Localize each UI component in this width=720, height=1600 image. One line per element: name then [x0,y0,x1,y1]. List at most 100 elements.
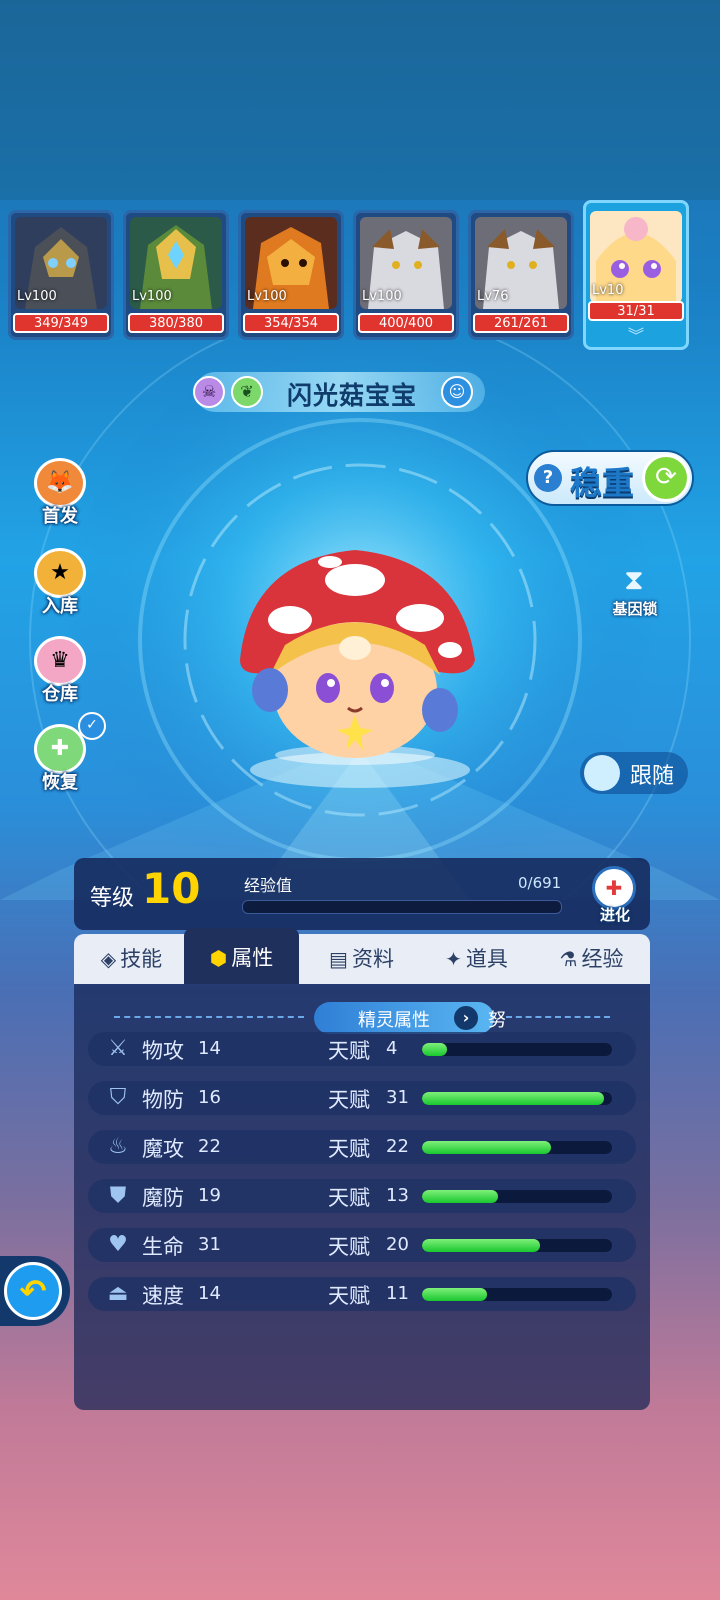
talent-label: 天赋 [328,1235,370,1259]
team-slot-6-selected[interactable]: Lv10 31/31 ︾ [583,200,689,350]
star-store-icon: ★ [34,548,86,598]
attributes-panel: 精灵属性 › 努 ⚔ 物攻 14 天赋 4 ⛉ 物防 16 天赋 31 ♨ 魔攻… [74,984,650,1410]
warehouse-button[interactable]: ♛ 仓库 [28,636,92,710]
store-button[interactable]: ★ 入库 [28,548,92,622]
talent-bar [422,1239,612,1252]
stat-value: 16 [198,1087,221,1108]
talent-label: 天赋 [328,1284,370,1308]
magic-shield-icon: ⛊ [109,1183,127,1208]
exp-progress-bar [242,900,562,914]
team-slot-5[interactable]: Lv76 261/261 [468,210,574,340]
pet-hp: 400/400 [358,313,454,333]
back-button[interactable]: ↶ [0,1256,70,1326]
talent-bar-fill [422,1239,540,1252]
section-header: 精灵属性 › 努 [114,1002,610,1034]
store-label: 入库 [42,596,78,617]
dna-lock-icon: ⧗ [624,563,644,596]
stat-row-magic-attack: ♨ 魔攻 22 天赋 22 [88,1130,636,1164]
pet-hp: 349/349 [13,313,109,333]
exp-label: 经验值 [244,876,293,895]
nature-value: 努 [488,1010,506,1031]
tab-profile[interactable]: ▤ 资料 [304,934,419,984]
sword-icon: ⚔ [108,1036,128,1061]
stat-value: 14 [198,1283,221,1304]
level-panel: 等级 10 经验值 0/691 ✚ 进化 [74,858,650,930]
section-label: 精灵属性 [358,1010,430,1031]
level-value: 10 [142,864,201,913]
gene-lock-button[interactable]: ⧗ 基因锁 [600,560,670,630]
pet-character-image [240,550,475,765]
top-banner-background [0,0,720,200]
talent-label: 天赋 [328,1137,370,1161]
stat-value: 31 [198,1234,221,1255]
tab-label: 道具 [465,947,508,971]
starter-icon: 🦊 [34,458,86,508]
level-label: 等级 [90,886,135,911]
team-slot-2[interactable]: Lv100 380/380 [123,210,229,340]
talent-bar [422,1092,612,1105]
skull-type-icon: ☠ [193,376,225,408]
heart-icon: ♥ [108,1232,128,1257]
pet-level: Lv10 [592,283,624,298]
nature-stability-button[interactable]: ? 稳重 ⟳ [526,450,694,506]
starter-button[interactable]: 🦊 首发 [28,458,92,532]
pet-name: 闪光菇宝宝 [287,381,418,410]
stat-name: 物攻 [142,1039,184,1063]
stat-name: 魔攻 [142,1137,184,1161]
talent-value: 20 [386,1234,409,1255]
restore-button[interactable]: ✚ 恢复 ✓ [28,712,106,798]
team-slot-4[interactable]: Lv100 400/400 [353,210,459,340]
pet-name-bar: ☠ ❦ 闪光菇宝宝 ☺ [193,372,485,412]
evolve-label: 进化 [599,906,630,924]
refresh-icon: ⟳ [642,454,690,502]
tab-label: 经验 [581,947,624,971]
tab-experience[interactable]: ⚗ 经验 [534,934,649,984]
pet-level: Lv100 [247,289,287,304]
pet-level: Lv100 [17,289,57,304]
stat-value: 14 [198,1038,221,1059]
talent-bar [422,1288,612,1301]
warehouse-icon: ♛ [34,636,86,686]
talent-value: 13 [386,1185,409,1206]
divider-line [114,1016,304,1020]
flask-icon: ⚗ [559,947,578,971]
flame-icon: ♨ [108,1134,128,1159]
evolve-button[interactable]: ✚ 进化 [584,860,646,926]
talent-label: 天赋 [328,1039,370,1063]
gene-lock-label: 基因锁 [612,600,658,618]
stat-value: 22 [198,1136,221,1157]
emoji-icon[interactable]: ☺ [441,376,473,408]
warehouse-label: 仓库 [42,684,78,705]
follow-toggle[interactable]: 跟随 [580,752,688,794]
team-slot-1[interactable]: Lv100 349/349 [8,210,114,340]
spirit-attribute-pill[interactable]: 精灵属性 › 努 [314,1002,506,1034]
stat-name: 生命 [142,1235,184,1259]
nature-label: 稳重 [570,464,635,502]
exp-value: 0/691 [518,874,562,892]
pet-hp: 31/31 [588,301,684,321]
talent-bar-fill [422,1092,605,1105]
tab-attributes[interactable]: ⬢ 属性 [184,928,299,984]
diamond-icon: ◈ [100,947,117,971]
pet-hp: 261/261 [473,313,569,333]
tab-items[interactable]: ✦ 道具 [419,934,534,984]
stat-name: 魔防 [142,1186,184,1210]
pet-hp: 354/354 [243,313,339,333]
pet-level: Lv100 [132,289,172,304]
stat-value: 19 [198,1185,221,1206]
divider-line [506,1016,610,1020]
team-bar: Lv100 349/349 Lv100 380/380 Lv100 354/35… [0,200,720,350]
team-slot-3[interactable]: Lv100 354/354 [238,210,344,340]
stat-name: 速度 [142,1284,184,1308]
stat-row-attack: ⚔ 物攻 14 天赋 4 [88,1032,636,1066]
talent-value: 22 [386,1136,409,1157]
tab-bar: ◈ 技能 ⬢ 属性 ▤ 资料 ✦ 道具 ⚗ 经验 [74,928,650,984]
hexagon-icon: ⬢ [209,946,228,970]
pet-level: Lv76 [477,289,509,304]
restore-label: 恢复 [42,772,78,793]
tab-skills[interactable]: ◈ 技能 [74,934,189,984]
talent-bar [422,1190,612,1203]
stat-row-hp: ♥ 生命 31 天赋 20 [88,1228,636,1262]
pet-hp: 380/380 [128,313,224,333]
follow-label: 跟随 [630,764,675,789]
